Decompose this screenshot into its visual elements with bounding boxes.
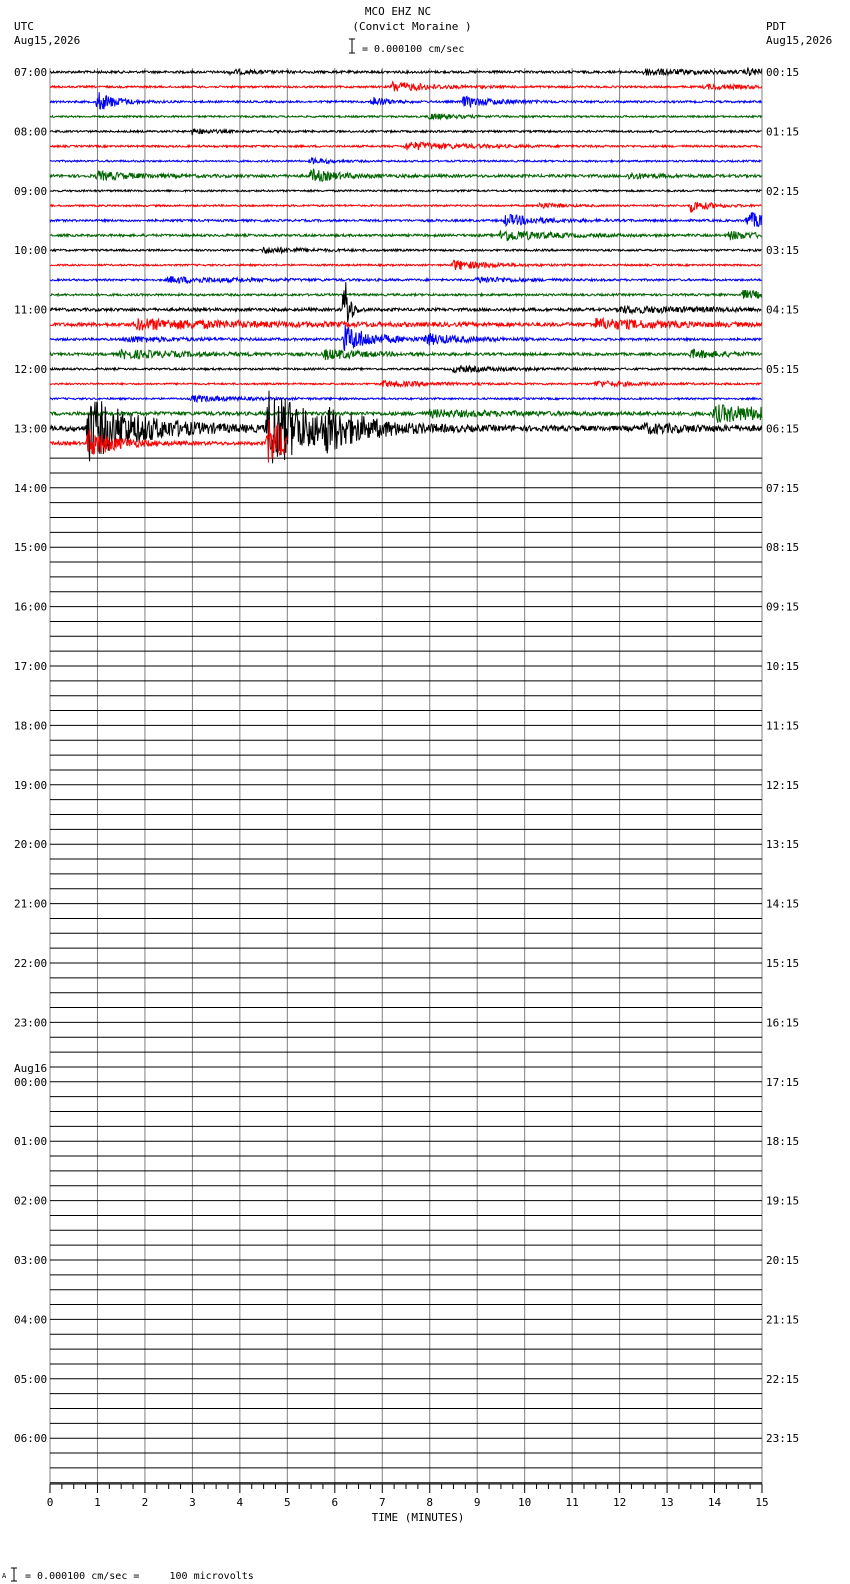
pdt-hour-label: 14:15 [766, 898, 799, 911]
utc-hour-label: 03:00 [14, 1254, 47, 1267]
utc-hour-label: 09:00 [14, 185, 47, 198]
x-tick-label: 15 [755, 1496, 768, 1509]
utc-hour-label: 13:00 [14, 422, 47, 435]
pdt-hour-label: 10:15 [766, 660, 799, 673]
utc-hour-label: 10:00 [14, 244, 47, 257]
x-tick-label: 11 [566, 1496, 579, 1509]
pdt-hour-label: 12:15 [766, 779, 799, 792]
pdt-hour-label: 00:15 [766, 66, 799, 79]
scale-label: = 0.000100 cm/sec [362, 44, 464, 55]
pdt-hour-label: 22:15 [766, 1373, 799, 1386]
pdt-hour-label: 02:15 [766, 185, 799, 198]
x-axis-title: TIME (MINUTES) [372, 1511, 465, 1524]
utc-hour-label: 23:00 [14, 1016, 47, 1029]
utc-date-label: Aug15,2026 [14, 34, 80, 47]
utc-hour-label: 21:00 [14, 898, 47, 911]
x-tick-label: 1 [94, 1496, 101, 1509]
pdt-hour-label: 16:15 [766, 1016, 799, 1029]
utc-hour-label: 04:00 [14, 1313, 47, 1326]
pdt-hour-label: 06:15 [766, 422, 799, 435]
x-tick-label: 14 [708, 1496, 722, 1509]
pdt-hour-label: 19:15 [766, 1195, 799, 1208]
pdt-hour-label: 09:15 [766, 601, 799, 614]
utc-hour-label: 20:00 [14, 838, 47, 851]
pdt-hour-label: 07:15 [766, 482, 799, 495]
pdt-hour-label: 17:15 [766, 1076, 799, 1089]
utc-hour-label: 17:00 [14, 660, 47, 673]
pdt-hour-label: 03:15 [766, 244, 799, 257]
pdt-hour-label: 18:15 [766, 1135, 799, 1148]
x-tick-label: 9 [474, 1496, 481, 1509]
x-tick-label: 4 [237, 1496, 244, 1509]
utc-hour-label: 11:00 [14, 304, 47, 317]
pdt-hour-label: 01:15 [766, 125, 799, 138]
x-tick-label: 0 [47, 1496, 54, 1509]
utc-hour-label: 14:00 [14, 482, 47, 495]
pdt-hour-label: 05:15 [766, 363, 799, 376]
utc-hour-label: 06:00 [14, 1432, 47, 1445]
x-tick-label: 3 [189, 1496, 196, 1509]
x-tick-label: 10 [518, 1496, 531, 1509]
pdt-hour-label: 13:15 [766, 838, 799, 851]
pdt-hour-label: 08:15 [766, 541, 799, 554]
utc-hour-label: 00:00 [14, 1076, 47, 1089]
pdt-hour-label: 15:15 [766, 957, 799, 970]
pdt-date-label: Aug15,2026 [766, 34, 832, 47]
utc-zone-label: UTC [14, 20, 34, 33]
utc-hour-label: 07:00 [14, 66, 47, 79]
utc-hour-label: 15:00 [14, 541, 47, 554]
x-tick-label: 2 [142, 1496, 149, 1509]
x-tick-label: 5 [284, 1496, 291, 1509]
utc-hour-label: 01:00 [14, 1135, 47, 1148]
utc-hour-label: 19:00 [14, 779, 47, 792]
pdt-hour-label: 21:15 [766, 1313, 799, 1326]
x-tick-label: 12 [613, 1496, 626, 1509]
utc-date-change-label: Aug16 [14, 1062, 47, 1075]
pdt-hour-label: 11:15 [766, 719, 799, 732]
utc-hour-label: 12:00 [14, 363, 47, 376]
x-tick-label: 8 [426, 1496, 433, 1509]
x-tick-label: 13 [660, 1496, 673, 1509]
utc-hour-label: 05:00 [14, 1373, 47, 1386]
pdt-hour-label: 23:15 [766, 1432, 799, 1445]
pdt-hour-label: 20:15 [766, 1254, 799, 1267]
footer-scale-text: = 0.000100 cm/sec = 100 microvolts [25, 1571, 254, 1582]
station-title: MCO EHZ NC [365, 5, 431, 18]
x-tick-label: 7 [379, 1496, 386, 1509]
utc-hour-label: 16:00 [14, 601, 47, 614]
pdt-hour-label: 04:15 [766, 304, 799, 317]
pdt-zone-label: PDT [766, 20, 786, 33]
utc-hour-label: 08:00 [14, 125, 47, 138]
utc-hour-label: 18:00 [14, 719, 47, 732]
helicorder-chart: MCO EHZ NC (Convict Moraine ) = 0.000100… [0, 0, 850, 1584]
utc-hour-label: 02:00 [14, 1195, 47, 1208]
x-tick-label: 6 [331, 1496, 338, 1509]
station-site: (Convict Moraine ) [352, 20, 471, 33]
utc-hour-label: 22:00 [14, 957, 47, 970]
